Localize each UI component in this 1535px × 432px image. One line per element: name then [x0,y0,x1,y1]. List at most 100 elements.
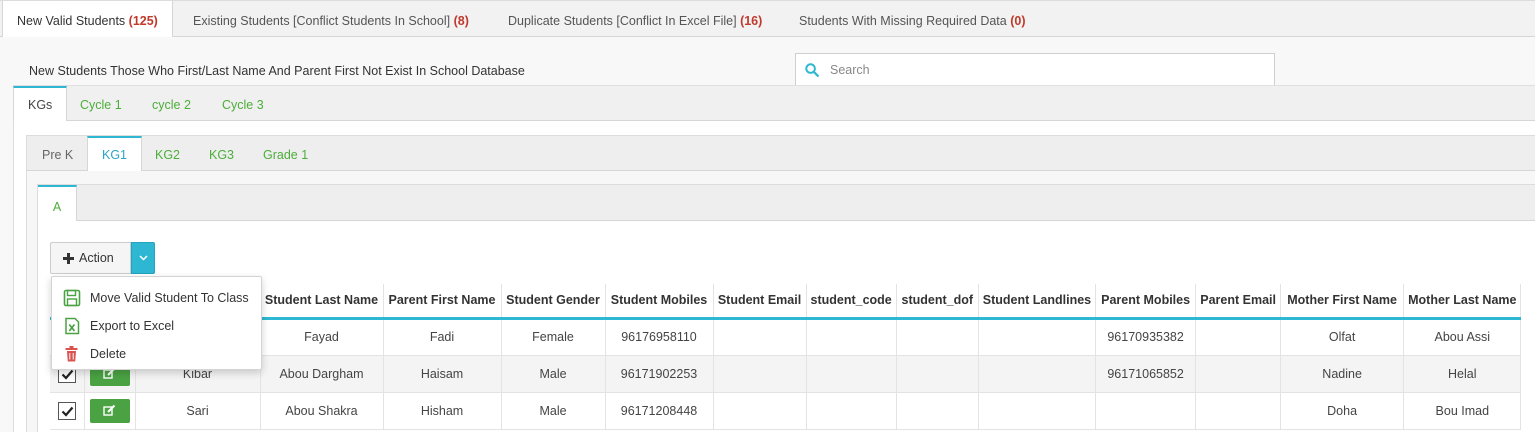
tab-count: (125) [128,14,158,28]
cell-student-code [806,318,897,356]
cell-student-last-name: Fayad [260,318,384,356]
action-button-label: Action [79,251,114,265]
row-select-cell [50,392,85,430]
row-checkbox[interactable] [57,401,76,420]
menu-item-label: Move Valid Student To Class [90,291,249,305]
tab-duplicate-students[interactable]: Duplicate Students [Conflict In Excel Fi… [494,1,776,38]
tab-count: (8) [453,14,469,28]
cell-student-landlines [978,318,1097,356]
students-table: Student Last Name Parent First Name Stud… [50,284,1522,430]
cell-mother-last-name: Helal [1403,355,1522,393]
cell-student-mobiles: 96171902253 [605,355,714,393]
chevron-down-icon [139,255,148,261]
search-box [795,53,1275,86]
cell-parent-first-name: Haisam [383,355,502,393]
cell-student-first-name: Sari [135,392,261,430]
cell-parent-mobiles: 96170935382 [1095,318,1197,356]
section-tabs: A [37,184,1535,223]
tab-label: New Valid Students [17,14,126,28]
cell-student-email [713,392,807,430]
table-row: Sari Abou Shakra Hisham Male 96171208448… [50,392,1522,430]
trash-icon [65,346,78,362]
cell-student-email [713,318,807,356]
tab-missing-data-students[interactable]: Students With Missing Required Data (0) [785,1,1040,38]
cell-parent-email [1195,318,1282,356]
cell-parent-email [1195,355,1282,393]
action-button-group: Action [50,242,155,274]
tab-cycle-3[interactable]: Cycle 3 [208,86,278,122]
cell-student-landlines [978,392,1097,430]
column-header-student-email[interactable]: Student Email [713,284,807,320]
cell-parent-first-name: Fadi [383,318,502,356]
column-header-student-gender[interactable]: Student Gender [501,284,606,320]
excel-icon [65,317,80,335]
tab-kg3[interactable]: KG3 [195,136,248,172]
menu-item-export-excel[interactable]: Export to Excel [52,313,261,339]
column-header-mother-first-name[interactable]: Mother First Name [1280,284,1405,320]
action-dropdown-menu: Move Valid Student To Class Export to Ex… [51,276,262,370]
cell-student-mobiles: 96176958110 [605,318,714,356]
column-header-mother-last-name[interactable]: Mother Last Name [1403,284,1522,320]
cell-mother-last-name: Abou Assi [1403,318,1522,356]
tab-cycle-2[interactable]: cycle 2 [138,86,205,122]
column-header-student-code[interactable]: student_code [806,284,897,320]
tab-count: (0) [1010,14,1026,28]
search-icon [805,63,819,77]
column-header-student-landlines[interactable]: Student Landlines [978,284,1097,320]
column-header-parent-email[interactable]: Parent Email [1195,284,1282,320]
cell-student-dof [896,318,979,356]
cell-student-code [806,355,897,393]
action-dropdown-toggle[interactable] [131,242,155,274]
cell-parent-email [1195,392,1282,430]
cell-mother-first-name: Doha [1280,392,1405,430]
level-tabs: KGs Cycle 1 cycle 2 Cycle 3 [13,85,1535,123]
cell-student-code [806,392,897,430]
edit-button[interactable] [89,398,130,423]
cell-mother-last-name: Bou Imad [1403,392,1522,430]
row-edit-cell [84,392,136,430]
cell-student-dof [896,392,979,430]
tab-kgs[interactable]: KGs [13,86,68,123]
column-header-student-mobiles[interactable]: Student Mobiles [605,284,714,320]
import-result-tabs: New Valid Students (125) Existing Studen… [0,0,1535,39]
tab-count: (16) [740,14,763,28]
tab-kg1[interactable]: KG1 [87,136,143,173]
column-header-student-last-name[interactable]: Student Last Name [260,284,384,320]
section-heading: New Students Those Who First/Last Name A… [29,64,525,78]
grade-tabs: Pre K KG1 KG2 KG3 Grade 1 [26,135,1535,173]
menu-item-move-to-class[interactable]: Move Valid Student To Class [52,285,261,311]
column-header-student-dof[interactable]: student_dof [896,284,979,320]
cell-student-last-name: Abou Shakra [260,392,384,430]
column-header-parent-mobiles[interactable]: Parent Mobiles [1095,284,1197,320]
tab-label: Existing Students [Conflict Students In … [193,14,451,28]
search-input[interactable] [830,60,1260,80]
save-icon [63,289,81,307]
tab-label: Students With Missing Required Data [799,14,1007,28]
plus-icon [63,253,74,264]
cell-mother-first-name: Nadine [1280,355,1405,393]
edit-icon [102,404,115,416]
table-header-row: Student Last Name Parent First Name Stud… [50,284,1522,320]
cell-mother-first-name: Olfat [1280,318,1405,356]
menu-item-label: Export to Excel [90,319,175,333]
tab-section-a[interactable]: A [38,185,77,223]
tab-kg2[interactable]: KG2 [141,136,194,172]
action-button[interactable]: Action [50,242,131,274]
cell-parent-mobiles [1095,392,1197,430]
tab-new-valid-students[interactable]: New Valid Students (125) [2,1,173,39]
cell-student-last-name: Abou Dargham [260,355,384,393]
tab-grade-1[interactable]: Grade 1 [249,136,322,172]
tab-cycle-1[interactable]: Cycle 1 [66,86,136,122]
table-row: Fayad Fadi Female 96176958110 9617093538… [50,318,1522,356]
tab-label: Duplicate Students [Conflict In Excel Fi… [508,14,737,28]
cell-student-dof [896,355,979,393]
cell-student-email [713,355,807,393]
menu-item-delete[interactable]: Delete [52,341,261,367]
tab-existing-students[interactable]: Existing Students [Conflict Students In … [179,1,483,38]
cell-parent-first-name: Hisham [383,392,502,430]
cell-student-gender: Male [501,392,606,430]
tab-pre-k[interactable]: Pre K [28,136,87,172]
column-header-parent-first-name[interactable]: Parent First Name [383,284,502,320]
menu-item-label: Delete [90,347,127,361]
cell-student-gender: Male [501,355,606,393]
